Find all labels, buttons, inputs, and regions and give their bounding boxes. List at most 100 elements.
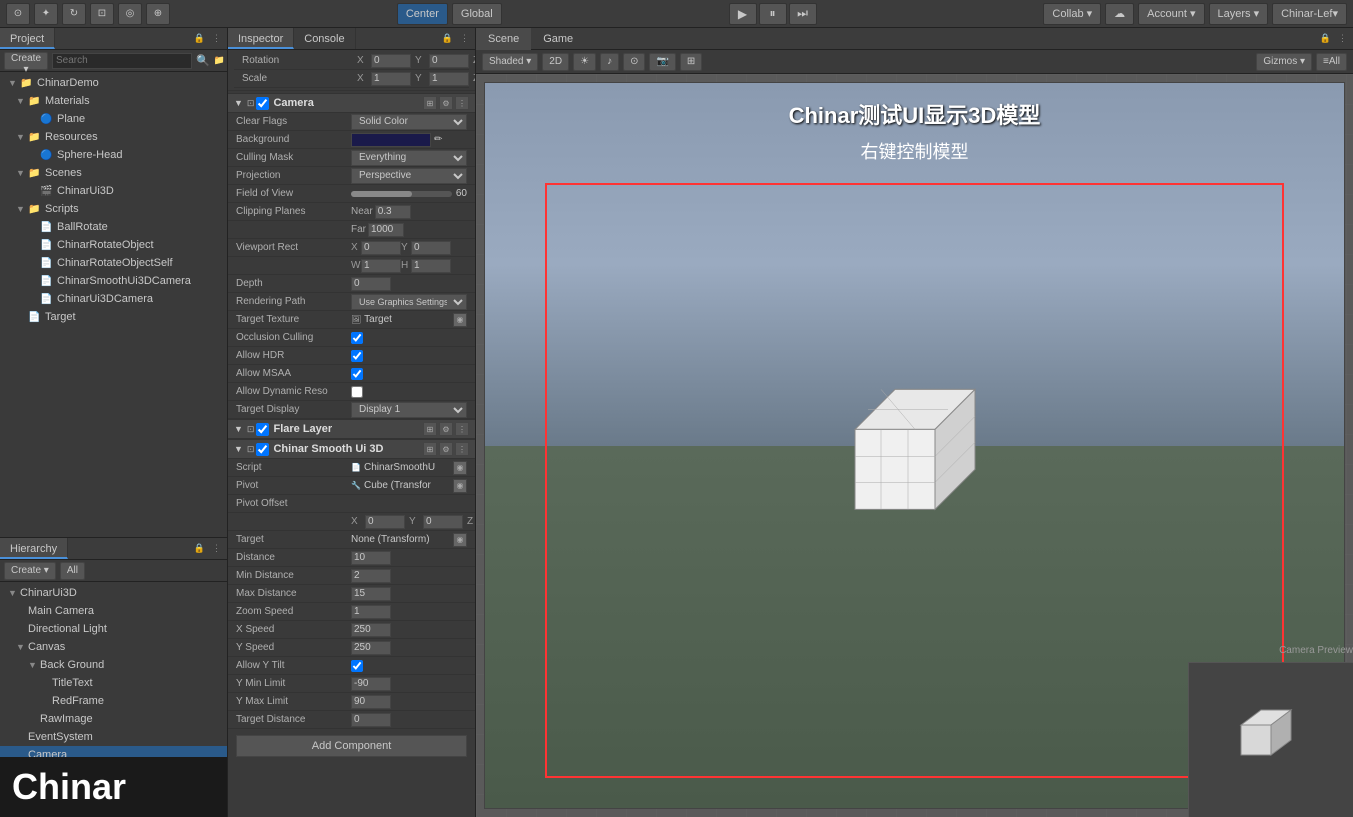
step-button[interactable]: ⏭	[789, 3, 817, 25]
yminlimit-input[interactable]	[351, 677, 391, 691]
tab-hierarchy[interactable]: Hierarchy	[0, 538, 68, 559]
tree-chinarui3d[interactable]: ▼ ChinarUi3D	[0, 584, 227, 602]
add-component-button[interactable]: Add Component	[236, 735, 467, 757]
tree-camera[interactable]: Camera	[0, 746, 227, 757]
tree-eventsystem[interactable]: EventSystem	[0, 728, 227, 746]
targetdist-input[interactable]	[351, 713, 391, 727]
tab-inspector[interactable]: Inspector	[228, 28, 294, 49]
tree-chinardemo[interactable]: ▼ 📁 ChinarDemo	[0, 74, 227, 92]
toolbar-icon-5[interactable]: ◎	[118, 3, 142, 25]
xspeed-input[interactable]	[351, 623, 391, 637]
tree-resources[interactable]: ▼ 📁 Resources	[0, 128, 227, 146]
fov-slider[interactable]	[351, 191, 452, 197]
lighting-button[interactable]: ☀	[573, 53, 596, 71]
scale-x-input[interactable]	[371, 72, 411, 86]
tree-chinarui3d-scene[interactable]: 🎬 ChinarUi3D	[0, 182, 227, 200]
flare-menu-icon[interactable]: ⋮	[455, 422, 469, 436]
fx-button[interactable]: ⊙	[623, 53, 645, 71]
viewport-y-input[interactable]	[411, 241, 451, 255]
toolbar-icon-1[interactable]: ⊙	[6, 3, 30, 25]
toolbar-icon-6[interactable]: ⊕	[146, 3, 170, 25]
tree-scripts[interactable]: ▼ 📁 Scripts	[0, 200, 227, 218]
maxdistance-input[interactable]	[351, 587, 391, 601]
depth-input[interactable]	[351, 277, 391, 291]
hierarchy-all-button[interactable]: All	[60, 562, 85, 580]
flare-pin-icon[interactable]: ⊞	[423, 422, 437, 436]
global-button[interactable]: Global	[452, 3, 502, 25]
pivot-select-btn[interactable]: ◉	[453, 479, 467, 493]
chinar-settings-icon[interactable]: ⚙	[439, 442, 453, 456]
tab-scene[interactable]: Scene	[476, 28, 531, 50]
project-more-icon[interactable]: ⋮	[210, 33, 223, 44]
hierarchy-more-icon[interactable]: ⋮	[210, 543, 223, 554]
targettexture-select-btn[interactable]: ◉	[453, 313, 467, 327]
tree-rawimage[interactable]: RawImage	[0, 710, 227, 728]
script-select-btn[interactable]: ◉	[453, 461, 467, 475]
viewport-h-input[interactable]	[411, 259, 451, 273]
tree-titletext[interactable]: TitleText	[0, 674, 227, 692]
allowdynres-checkbox[interactable]	[351, 386, 363, 398]
yspeed-input[interactable]	[351, 641, 391, 655]
tree-directional-light[interactable]: Directional Light	[0, 620, 227, 638]
tree-sphere-head[interactable]: 🔵 Sphere-Head	[0, 146, 227, 164]
chinar-section-header[interactable]: ▼ ⊡ Chinar Smooth Ui 3D ⊞ ⚙ ⋮	[228, 439, 475, 459]
flare-settings-icon[interactable]: ⚙	[439, 422, 453, 436]
tree-main-camera[interactable]: Main Camera	[0, 602, 227, 620]
project-create-button[interactable]: Create ▾	[4, 52, 48, 70]
layers-button[interactable]: Layers ▾	[1209, 3, 1269, 25]
tree-target[interactable]: 📄 Target	[0, 308, 227, 326]
project-search-input[interactable]	[52, 53, 192, 69]
rotation-x-input[interactable]	[371, 54, 411, 68]
tree-canvas[interactable]: ▼ Canvas	[0, 638, 227, 656]
tab-game[interactable]: Game	[531, 28, 585, 50]
viewport-x-input[interactable]	[361, 241, 401, 255]
chinar-menu-icon[interactable]: ⋮	[455, 442, 469, 456]
tab-console[interactable]: Console	[294, 28, 355, 49]
camera-enabled-checkbox[interactable]	[256, 97, 269, 110]
tree-plane[interactable]: 🔵 Plane	[0, 110, 227, 128]
projection-dropdown[interactable]: Perspective	[351, 168, 467, 184]
allowmsaa-checkbox[interactable]	[351, 368, 363, 380]
clipping-near-input[interactable]	[375, 205, 411, 219]
center-button[interactable]: Center	[397, 3, 448, 25]
chinar-pin-icon[interactable]: ⊞	[423, 442, 437, 456]
audio-button[interactable]: ♪	[600, 53, 619, 71]
inspector-lock-icon[interactable]: 🔒	[440, 33, 455, 44]
flarelayer-enabled-checkbox[interactable]	[256, 423, 269, 436]
gizmos-button[interactable]: Gizmos ▾	[1256, 53, 1312, 71]
target-select-btn[interactable]: ◉	[453, 533, 467, 547]
color-edit-icon[interactable]: ✏	[434, 134, 442, 145]
tree-chinarui3dcamera[interactable]: 📄 ChinarUi3DCamera	[0, 290, 227, 308]
tree-materials[interactable]: ▼ 📁 Materials	[0, 92, 227, 110]
tree-redframe[interactable]: RedFrame	[0, 692, 227, 710]
shading-dropdown[interactable]: Shaded ▾	[482, 53, 538, 71]
tree-chinarsmoothui3dcamera[interactable]: 📄 ChinarSmoothUi3DCamera	[0, 272, 227, 290]
allowhdr-checkbox[interactable]	[351, 350, 363, 362]
sceneview-lock-icon[interactable]: 🔒	[1318, 33, 1333, 44]
occulsioncull-checkbox[interactable]	[351, 332, 363, 344]
camera-settings-icon[interactable]: ⚙	[439, 96, 453, 110]
camera-pin-icon[interactable]: ⊞	[423, 96, 437, 110]
camera-menu-icon[interactable]: ⋮	[455, 96, 469, 110]
ymaxlimit-input[interactable]	[351, 695, 391, 709]
sceneview-more-icon[interactable]: ⋮	[1336, 33, 1349, 44]
toolbar-icon-2[interactable]: ✦	[34, 3, 58, 25]
flarelayer-section-header[interactable]: ▼ ⊡ Flare Layer ⊞ ⚙ ⋮	[228, 419, 475, 439]
clipping-far-input[interactable]	[368, 223, 404, 237]
scale-y-input[interactable]	[429, 72, 469, 86]
hierarchy-lock-icon[interactable]: 🔒	[192, 543, 207, 554]
background-color-swatch[interactable]	[351, 133, 431, 147]
chinar-enabled-checkbox[interactable]	[256, 443, 269, 456]
tree-chinarrotateobject[interactable]: 📄 ChinarRotateObject	[0, 236, 227, 254]
toolbar-icon-3[interactable]: ↻	[62, 3, 86, 25]
tree-chinarrotateobjectself[interactable]: 📄 ChinarRotateObjectSelf	[0, 254, 227, 272]
project-lock-icon[interactable]: 🔒	[192, 33, 207, 44]
cullingmask-dropdown[interactable]: Everything	[351, 150, 467, 166]
tree-background[interactable]: ▼ Back Ground	[0, 656, 227, 674]
pivotoffset-y-input[interactable]	[423, 515, 463, 529]
grid-button[interactable]: ⊞	[680, 53, 702, 71]
viewport-w-input[interactable]	[361, 259, 401, 273]
zoomspeed-input[interactable]	[351, 605, 391, 619]
rotation-y-input[interactable]	[429, 54, 469, 68]
toolbar-icon-4[interactable]: ⊡	[90, 3, 114, 25]
